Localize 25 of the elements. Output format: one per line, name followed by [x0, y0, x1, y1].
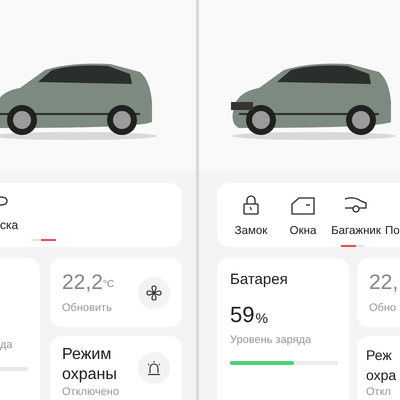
alarm-button[interactable] — [138, 352, 170, 384]
car-rear-icon — [344, 195, 368, 215]
battery-unit: % — [255, 309, 268, 327]
security-status: Откл — [366, 385, 392, 399]
battery-status: да — [0, 338, 13, 352]
battery-value: 59 — [230, 303, 254, 327]
security-title: Реж охра — [366, 346, 398, 385]
fan-icon — [146, 284, 162, 300]
temperature-value: 22,2 — [62, 270, 103, 294]
control-label[interactable]: По — [385, 224, 400, 238]
temperature-value: 22, — [369, 270, 398, 294]
curve-icon — [0, 195, 8, 207]
temperature-unit: °C — [102, 278, 114, 290]
control-label[interactable]: ска — [0, 218, 18, 232]
alarm-icon — [146, 360, 162, 376]
control-label[interactable]: Замок — [234, 224, 268, 238]
battery-status: Уровень заряда — [230, 333, 312, 347]
car-door-icon — [291, 197, 315, 215]
battery-title: Батарея — [230, 271, 289, 289]
security-status: Отключено — [62, 385, 120, 399]
padlock-icon — [243, 195, 259, 215]
security-title: Режим охраны — [62, 345, 118, 385]
control-label[interactable]: Окна — [290, 224, 316, 238]
fan-button[interactable] — [138, 276, 170, 308]
control-label[interactable]: Багажник — [331, 224, 381, 238]
